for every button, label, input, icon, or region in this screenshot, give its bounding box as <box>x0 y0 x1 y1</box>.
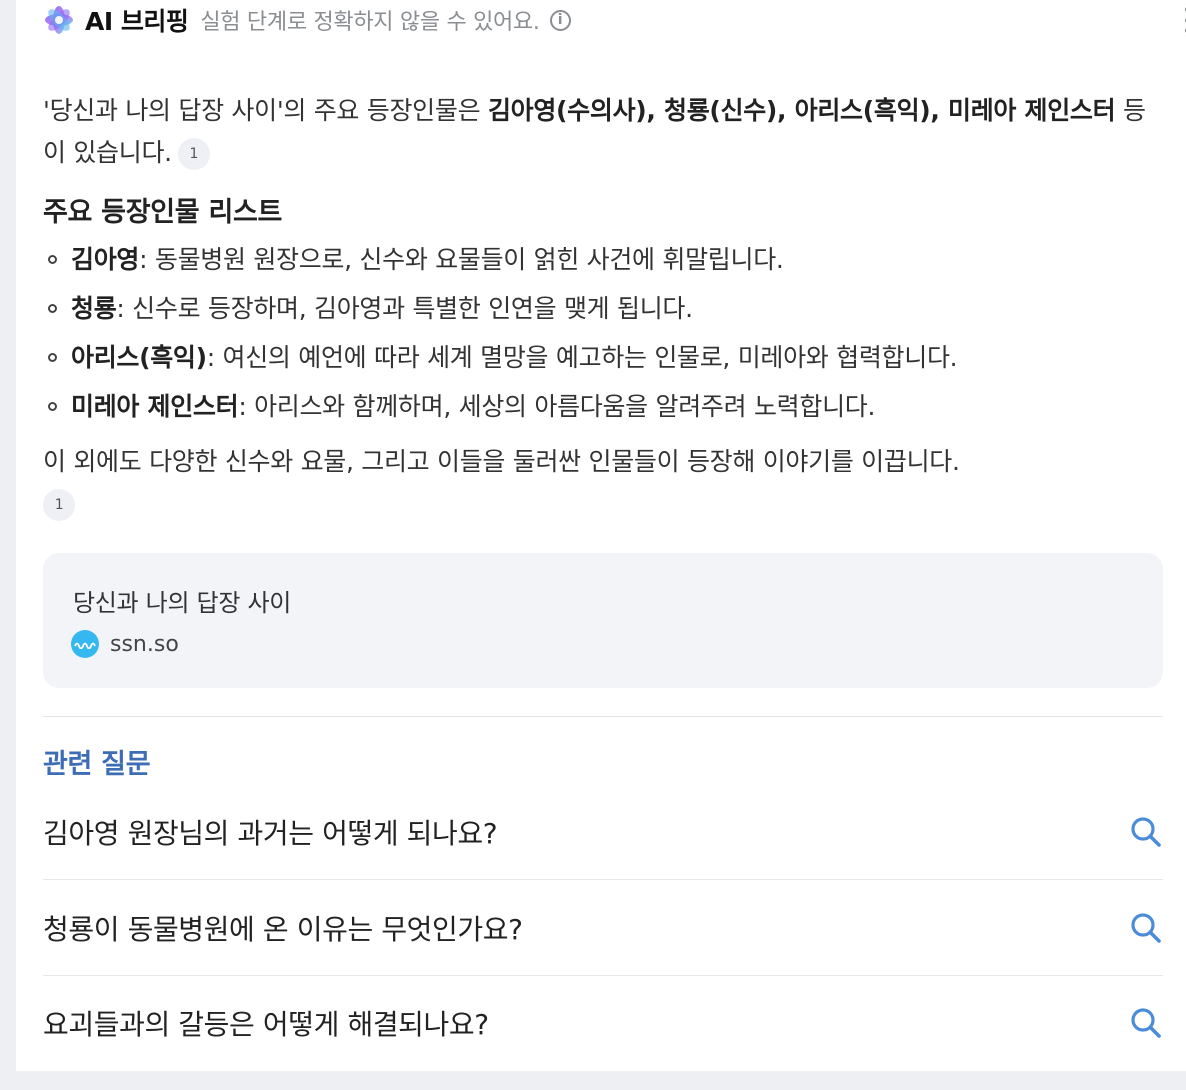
character-desc: : 여신의 예언에 따라 세계 멸망을 예고하는 인물로, 미레아와 협력합니다… <box>206 343 958 372</box>
character-desc: : 동물병원 원장으로, 신수와 요물들이 얽힌 사건에 휘말립니다. <box>139 245 784 274</box>
site-favicon-icon <box>71 630 99 658</box>
citation-badge[interactable]: 1 <box>177 138 210 170</box>
character-desc: : 신수로 등장하며, 김아영과 특별한 인연을 맺게 됩니다. <box>116 294 693 323</box>
related-question[interactable]: 요괴들과의 갈등은 어떻게 해결되나요? <box>43 976 1163 1070</box>
bullet-icon <box>48 304 57 313</box>
search-icon[interactable] <box>1129 1006 1163 1040</box>
question-text[interactable]: 김아영 원장님의 과거는 어떻게 되나요? <box>43 812 498 852</box>
question-text[interactable]: 요괴들과의 갈등은 어떻게 해결되나요? <box>43 1003 489 1043</box>
info-icon[interactable]: i <box>549 9 571 31</box>
more-vertical-icon[interactable] <box>1180 7 1186 33</box>
section-title: 주요 등장인물 리스트 <box>43 197 283 228</box>
question-text[interactable]: 청룡이 동물병원에 온 이유는 무엇인가요? <box>43 908 523 948</box>
source-domain: ssn.so <box>110 631 179 657</box>
ai-briefing-logo-icon <box>43 4 75 36</box>
divider <box>43 716 1163 717</box>
source-site: ssn.so <box>71 630 179 658</box>
search-icon[interactable] <box>1129 911 1163 945</box>
related-questions-title: 관련 질문 <box>43 749 151 780</box>
list-item: 청룡: 신수로 등장하며, 김아영과 특별한 인연을 맺게 됩니다. <box>43 284 1173 333</box>
source-title[interactable]: 당신과 나의 답장 사이 <box>73 583 291 618</box>
related-question[interactable]: 청룡이 동물병원에 온 이유는 무엇인가요? <box>43 881 1163 975</box>
character-desc: : 아리스와 함께하며, 세상의 아름다움을 알려주려 노력합니다. <box>238 392 876 421</box>
outro-paragraph: 이 외에도 다양한 신수와 요물, 그리고 이들을 둘러싼 인물들이 등장해 이… <box>43 441 1163 525</box>
intro-paragraph: '당신과 나의 답장 사이'의 주요 등장인물은 김아영(수의사), 청룡(신수… <box>43 90 1163 174</box>
list-item: 미레아 제인스터: 아리스와 함께하며, 세상의 아름다움을 알려주려 노력합니… <box>43 382 1173 431</box>
character-name: 청룡 <box>71 294 117 323</box>
search-icon[interactable] <box>1129 815 1163 849</box>
briefing-title: AI 브리핑 <box>85 7 189 36</box>
citation-badge[interactable]: 1 <box>43 489 75 521</box>
divider <box>43 879 1163 880</box>
character-list: 김아영: 동물병원 원장으로, 신수와 요물들이 얽힌 사건에 휘말립니다. 청… <box>43 235 1173 431</box>
list-item: 김아영: 동물병원 원장으로, 신수와 요물들이 얽힌 사건에 휘말립니다. <box>43 235 1173 284</box>
character-name: 아리스(흑익) <box>71 343 207 372</box>
list-item: 아리스(흑익): 여신의 예언에 따라 세계 멸망을 예고하는 인물로, 미레아… <box>43 333 1173 382</box>
briefing-header: AI 브리핑 실험 단계로 정확하지 않을 수 있어요. i <box>43 0 1186 40</box>
bullet-icon <box>48 353 57 362</box>
character-name: 미레아 제인스터 <box>71 392 239 421</box>
character-name: 김아영 <box>71 245 140 274</box>
source-card[interactable]: 당신과 나의 답장 사이 ssn.so <box>43 553 1163 688</box>
briefing-disclaimer: 실험 단계로 정확하지 않을 수 있어요. <box>200 10 540 35</box>
related-question[interactable]: 김아영 원장님의 과거는 어떻게 되나요? <box>43 785 1163 879</box>
intro-lead: '당신과 나의 답장 사이'의 주요 등장인물은 <box>43 96 488 125</box>
ai-briefing-card: AI 브리핑 실험 단계로 정확하지 않을 수 있어요. i '당신과 나의 답… <box>16 0 1186 1071</box>
outro-text: 이 외에도 다양한 신수와 요물, 그리고 이들을 둘러싼 인물들이 등장해 이… <box>43 447 960 476</box>
bullet-icon <box>48 402 57 411</box>
bullet-icon <box>48 255 57 264</box>
intro-characters: 김아영(수의사), 청룡(신수), 아리스(흑익), 미레아 제인스터 <box>487 96 1116 125</box>
